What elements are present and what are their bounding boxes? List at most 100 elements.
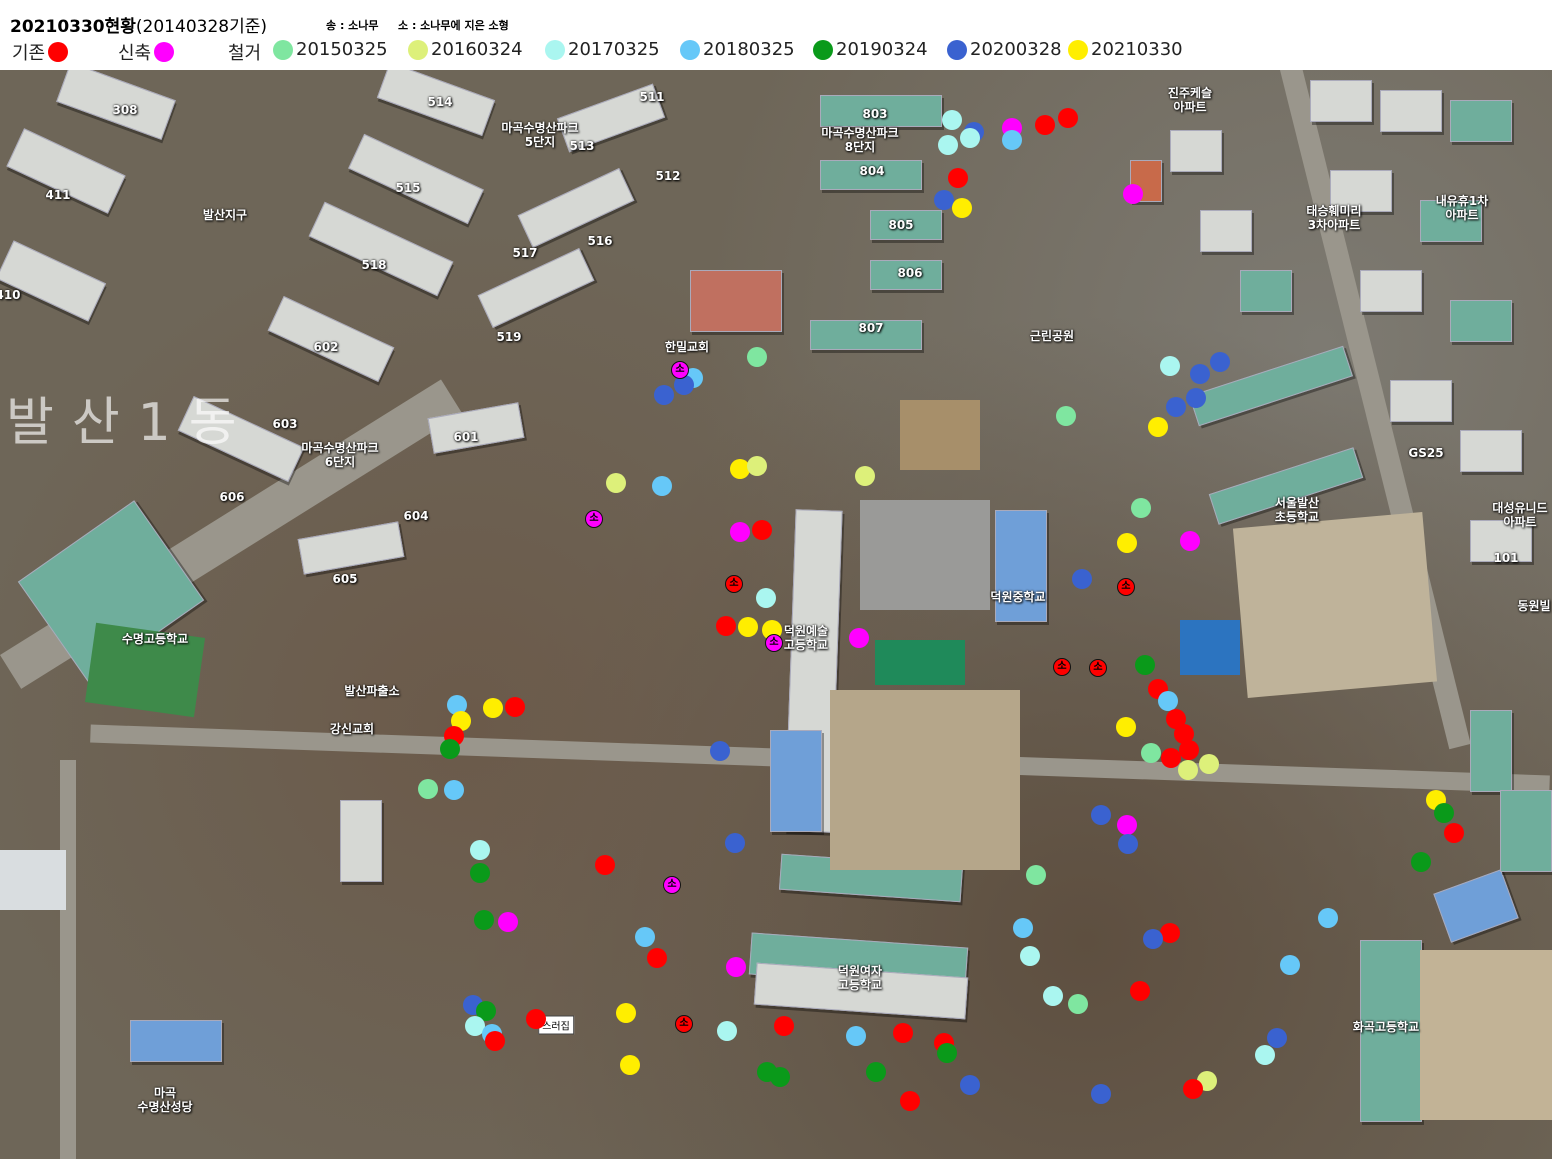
nest-marker-c2016[interactable] [606,473,626,493]
nest-marker-c2015[interactable] [747,347,767,367]
nest-marker-c2015[interactable] [1068,994,1088,1014]
nest-marker-magenta[interactable] [726,957,746,977]
small-nest-sign-marker[interactable]: 소 [1053,658,1071,676]
nest-marker-c2017[interactable] [470,840,490,860]
nest-marker-c2015[interactable] [1131,498,1151,518]
nest-marker-c2017[interactable] [717,1021,737,1041]
nest-marker-c2020[interactable] [960,1075,980,1095]
nest-marker-c2021[interactable] [952,198,972,218]
nest-marker-red[interactable] [485,1031,505,1051]
nest-marker-c2020[interactable] [725,833,745,853]
nest-marker-c2021[interactable] [616,1003,636,1023]
nest-marker-c2018[interactable] [1318,908,1338,928]
nest-marker-red[interactable] [647,948,667,968]
nest-marker-magenta[interactable] [1180,531,1200,551]
nest-marker-c2016[interactable] [1199,754,1219,774]
nest-marker-red[interactable] [1444,823,1464,843]
nest-marker-c2015[interactable] [1141,743,1161,763]
nest-marker-c2017[interactable] [756,588,776,608]
nest-marker-c2019[interactable] [470,863,490,883]
nest-marker-c2015[interactable] [1026,865,1046,885]
nest-marker-c2020[interactable] [1143,929,1163,949]
nest-marker-c2020[interactable] [1186,388,1206,408]
nest-marker-c2017[interactable] [1255,1045,1275,1065]
nest-marker-c2017[interactable] [942,110,962,130]
nest-marker-c2020[interactable] [1166,397,1186,417]
nest-marker-c2019[interactable] [440,739,460,759]
nest-marker-c2017[interactable] [1043,986,1063,1006]
small-nest-sign-marker[interactable]: 소 [725,575,743,593]
nest-marker-c2021[interactable] [1148,417,1168,437]
nest-marker-c2018[interactable] [444,780,464,800]
nest-marker-c2018[interactable] [846,1026,866,1046]
nest-marker-magenta[interactable] [1123,184,1143,204]
small-nest-sign-marker[interactable]: 소 [663,876,681,894]
nest-marker-c2020[interactable] [1267,1028,1287,1048]
nest-marker-c2015[interactable] [1056,406,1076,426]
nest-marker-red[interactable] [505,697,525,717]
nest-marker-c2021[interactable] [1117,533,1137,553]
nest-marker-red[interactable] [900,1091,920,1111]
nest-marker-c2020[interactable] [934,190,954,210]
small-nest-sign-marker[interactable]: 소 [765,634,783,652]
nest-marker-c2021[interactable] [483,698,503,718]
nest-marker-magenta[interactable] [498,912,518,932]
nest-marker-magenta[interactable] [849,628,869,648]
nest-marker-c2016[interactable] [855,466,875,486]
nest-marker-c2020[interactable] [1118,834,1138,854]
nest-marker-c2018[interactable] [1013,918,1033,938]
nest-marker-c2019[interactable] [1135,655,1155,675]
nest-marker-red[interactable] [774,1016,794,1036]
satellite-map[interactable]: 발산1동 발산지구 마곡수명산파크 5단지 마곡수명산파크 8단지 마곡수명산파… [0,70,1552,1159]
nest-marker-c2021[interactable] [620,1055,640,1075]
nest-marker-c2020[interactable] [1091,805,1111,825]
nest-marker-c2015[interactable] [418,779,438,799]
nest-marker-magenta[interactable] [1117,815,1137,835]
nest-marker-c2020[interactable] [1091,1084,1111,1104]
small-nest-sign-marker[interactable]: 소 [671,361,689,379]
nest-marker-c2017[interactable] [938,135,958,155]
nest-marker-c2019[interactable] [1434,803,1454,823]
legend-swatch [813,39,833,60]
nest-marker-c2020[interactable] [1072,569,1092,589]
nest-marker-c2017[interactable] [960,128,980,148]
small-nest-sign-marker[interactable]: 소 [1089,659,1107,677]
nest-marker-red[interactable] [893,1023,913,1043]
nest-marker-c2016[interactable] [747,456,767,476]
nest-marker-red[interactable] [1160,923,1180,943]
nest-marker-c2021[interactable] [1116,717,1136,737]
nest-marker-c2020[interactable] [710,741,730,761]
small-nest-sign-marker[interactable]: 소 [585,510,603,528]
nest-marker-red[interactable] [752,520,772,540]
nest-marker-red[interactable] [1179,740,1199,760]
nest-marker-red[interactable] [1183,1079,1203,1099]
nest-marker-c2018[interactable] [652,476,672,496]
nest-marker-red[interactable] [1058,108,1078,128]
nest-marker-c2020[interactable] [1210,352,1230,372]
nest-marker-red[interactable] [595,855,615,875]
small-nest-sign-marker[interactable]: 소 [1117,578,1135,596]
nest-marker-c2019[interactable] [937,1043,957,1063]
nest-marker-red[interactable] [716,616,736,636]
nest-marker-magenta[interactable] [730,522,750,542]
small-nest-sign-marker[interactable]: 소 [675,1015,693,1033]
nest-marker-c2016[interactable] [1178,760,1198,780]
nest-marker-c2019[interactable] [474,910,494,930]
nest-marker-c2021[interactable] [738,617,758,637]
nest-marker-c2019[interactable] [866,1062,886,1082]
nest-marker-c2019[interactable] [1411,852,1431,872]
nest-marker-red[interactable] [526,1009,546,1029]
nest-marker-c2018[interactable] [1280,955,1300,975]
legend-2018: 20180325 [680,39,795,60]
nest-marker-red[interactable] [948,168,968,188]
nest-marker-c2018[interactable] [1158,691,1178,711]
nest-marker-c2017[interactable] [1160,356,1180,376]
nest-marker-c2020[interactable] [1190,364,1210,384]
nest-marker-c2019[interactable] [770,1067,790,1087]
nest-marker-red[interactable] [1035,115,1055,135]
nest-marker-c2018[interactable] [635,927,655,947]
nest-marker-red[interactable] [1130,981,1150,1001]
nest-marker-c2020[interactable] [654,385,674,405]
nest-marker-c2017[interactable] [1020,946,1040,966]
nest-marker-c2018[interactable] [1002,130,1022,150]
